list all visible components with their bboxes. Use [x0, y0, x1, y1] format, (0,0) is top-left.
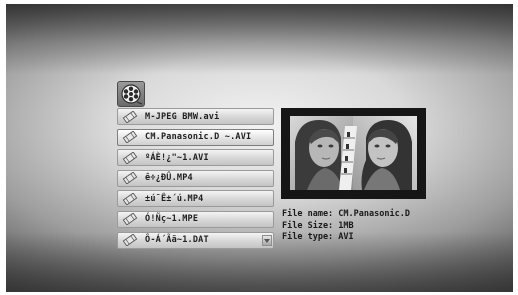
file-info: File name: CM.Panasonic.D File Size: 1MB… [282, 209, 410, 244]
file-type-info: File type: AVI [282, 232, 354, 242]
file-item-3[interactable]: ê÷¿ÐÛ.MP4 [117, 169, 274, 187]
file-item-4[interactable]: ±ú¯Ê±´ú.MP4 [117, 190, 274, 208]
video-file-icon [122, 213, 138, 226]
video-file-icon [122, 151, 138, 164]
video-file-icon [122, 131, 138, 144]
file-name: M-JPEG BMW.avi [145, 111, 220, 122]
file-name: ê÷¿ÐÛ.MP4 [145, 173, 193, 184]
file-name: ºÁÈ!¿"~1.AVI [145, 152, 209, 163]
file-name: Ô-Á´Ãã~1.DAT [145, 235, 209, 246]
film-reel-folder-icon[interactable] [117, 81, 145, 107]
scroll-down-arrow-icon[interactable] [262, 235, 272, 246]
file-list: M-JPEG BMW.avi CM.Panasonic.D ~.AVI ºÁÈ!… [117, 108, 274, 252]
video-file-icon [122, 192, 138, 205]
video-preview [281, 108, 426, 199]
file-size-info: File Size: 1MB [282, 220, 354, 231]
file-item-6[interactable]: Ô-Á´Ãã~1.DAT [117, 231, 274, 249]
file-item-0[interactable]: M-JPEG BMW.avi [117, 108, 274, 125]
video-file-icon [122, 234, 138, 247]
file-item-5[interactable]: Ó!Ñç~1.MPE [117, 210, 274, 228]
file-name-info: File name: CM.Panasonic.D [282, 209, 410, 219]
file-item-2[interactable]: ºÁÈ!¿"~1.AVI [117, 149, 274, 167]
file-name: Ó!Ñç~1.MPE [145, 214, 199, 225]
file-name: CM.Panasonic.D ~.AVI [145, 132, 252, 143]
video-file-icon [122, 172, 138, 185]
file-item-1[interactable]: CM.Panasonic.D ~.AVI [117, 128, 274, 146]
tv-screen: M-JPEG BMW.avi CM.Panasonic.D ~.AVI ºÁÈ!… [6, 4, 513, 292]
video-file-icon [122, 110, 138, 123]
file-name: ±ú¯Ê±´ú.MP4 [145, 193, 204, 204]
